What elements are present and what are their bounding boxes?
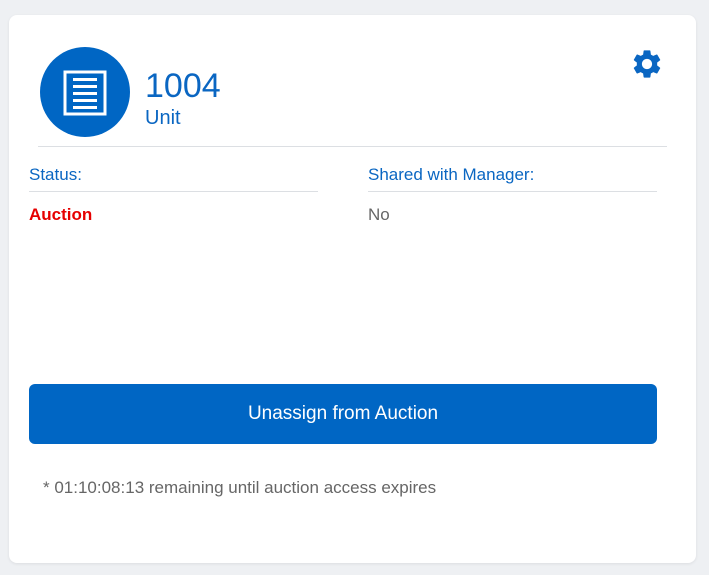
unassign-from-auction-button[interactable]: Unassign from Auction	[29, 384, 657, 444]
unit-header: 1004 Unit	[38, 46, 667, 147]
shared-with-manager-value: No	[368, 205, 390, 224]
auction-expiry-note: * 01:10:08:13 remaining until auction ac…	[43, 478, 437, 497]
shared-with-manager-field: Shared with Manager: No	[368, 164, 657, 226]
shared-with-manager-label: Shared with Manager:	[368, 164, 657, 192]
status-value: Auction	[29, 205, 93, 224]
status-field: Status: Auction	[29, 164, 318, 226]
storage-unit-door-icon	[63, 70, 107, 116]
unit-type-label: Unit	[145, 107, 181, 129]
gear-icon	[633, 50, 661, 78]
settings-button[interactable]	[630, 47, 664, 81]
unit-number: 1004	[145, 67, 221, 105]
unit-avatar	[40, 47, 130, 137]
status-label: Status:	[29, 164, 318, 192]
